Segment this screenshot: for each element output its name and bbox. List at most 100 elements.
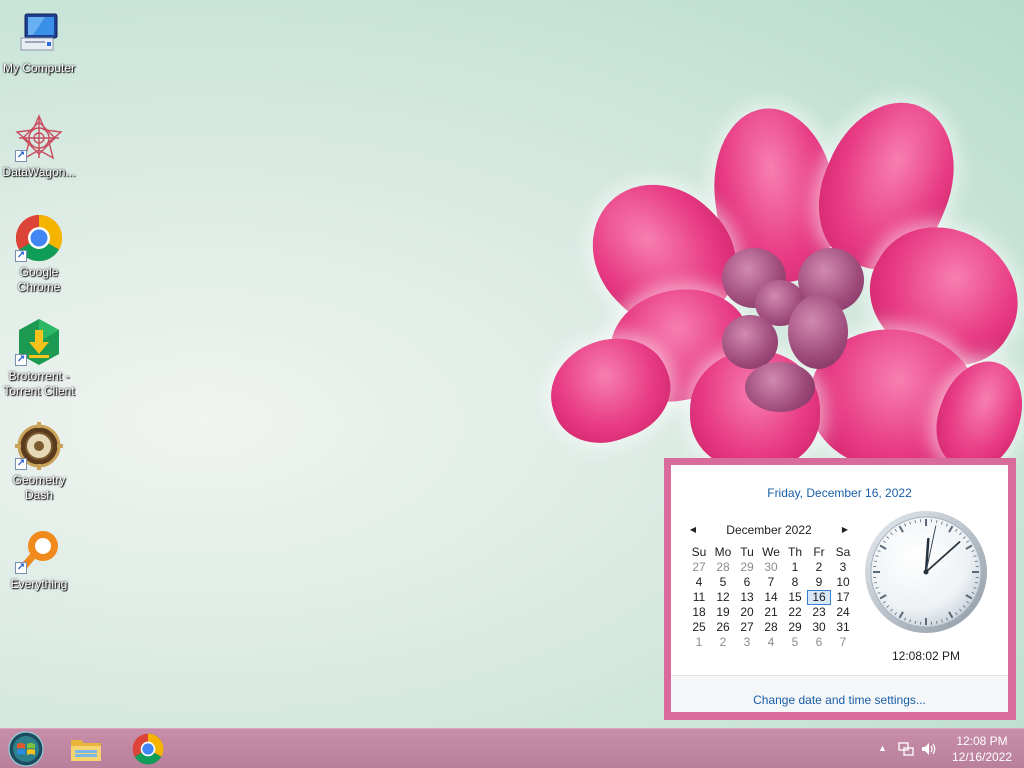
calendar-day[interactable]: 8: [783, 575, 807, 590]
long-date-header[interactable]: Friday, December 16, 2022: [671, 486, 1008, 500]
calendar-day[interactable]: 17: [831, 590, 855, 605]
desktop-icon-everything[interactable]: ↗ Everything: [0, 526, 78, 592]
calendar-day[interactable]: 7: [831, 635, 855, 650]
calendar-week-row: 1234567: [687, 635, 855, 650]
weekday-label: Su: [691, 545, 707, 559]
calendar-day[interactable]: 5: [783, 635, 807, 650]
taskbar-chrome[interactable]: [120, 731, 176, 767]
calendar-day[interactable]: 4: [759, 635, 783, 650]
calendar-day[interactable]: 31: [831, 620, 855, 635]
calendar-day[interactable]: 21: [759, 605, 783, 620]
calendar-week-row: 4 5 6 7 8 9 10: [687, 575, 855, 590]
calendar-day[interactable]: 29: [735, 560, 759, 575]
calendar-day[interactable]: 23: [807, 605, 831, 620]
calendar-day[interactable]: 15: [783, 590, 807, 605]
desktop-icon-label: My Computer: [2, 61, 76, 75]
brotorrent-icon: ↗: [15, 318, 63, 366]
desktop-icon-label: Geometry Dash: [12, 473, 66, 502]
calendar-day[interactable]: 3: [831, 560, 855, 575]
next-month-icon[interactable]: ▶: [839, 523, 851, 537]
calendar-day[interactable]: 3: [735, 635, 759, 650]
calendar-day[interactable]: 4: [687, 575, 711, 590]
calendar-day[interactable]: 6: [807, 635, 831, 650]
chrome-icon: ↗: [15, 214, 63, 262]
weekday-label: Mo: [714, 545, 732, 559]
date-time-flyout: Friday, December 16, 2022 ◀ December 202…: [664, 458, 1016, 720]
wallpaper-flower: [536, 82, 1024, 510]
calendar-day[interactable]: 7: [759, 575, 783, 590]
desktop-icon-label: Brotorrent - Torrent Client: [3, 369, 75, 398]
calendar-day[interactable]: 5: [711, 575, 735, 590]
calendar-day[interactable]: 13: [735, 590, 759, 605]
calendar-grid: Su Mo Tu We Th Fr Sa 27 28 29 30 1 2 3 4 5 6 7 8 9 10 11 12 13…: [687, 545, 855, 650]
calendar-day[interactable]: 9: [807, 575, 831, 590]
desktop-icon-label: Google Chrome: [17, 265, 61, 294]
calendar-day[interactable]: 30: [807, 620, 831, 635]
calendar-day[interactable]: 26: [711, 620, 735, 635]
windows-orb-icon: [8, 731, 44, 767]
geometry-dash-icon: ↗: [15, 422, 63, 470]
network-icon[interactable]: [898, 741, 914, 757]
taskbar-time: 12:08 PM: [956, 734, 1008, 748]
shortcut-arrow-icon: ↗: [15, 458, 27, 470]
weekday-label: Fr: [813, 545, 825, 559]
calendar-day[interactable]: 6: [735, 575, 759, 590]
taskbar: ▲ 12:08 PM 12/16/2022: [0, 728, 1024, 768]
desktop-icon-geometry-dash[interactable]: ↗ Geometry Dash: [0, 422, 78, 503]
show-hidden-icons-icon[interactable]: ▲: [878, 743, 887, 753]
month-title[interactable]: December 2022: [687, 523, 851, 537]
month-navigation: ◀ December 2022 ▶: [687, 523, 851, 539]
calendar-day-today[interactable]: 16: [807, 590, 831, 605]
calendar-day[interactable]: 27: [687, 560, 711, 575]
desktop-icon-label: DataWagon...: [2, 165, 76, 179]
digital-time: 12:08:02 PM: [891, 649, 961, 663]
weekday-label: Tu: [740, 545, 754, 559]
desktop-icon-label: Everything: [10, 577, 68, 591]
calendar-day[interactable]: 29: [783, 620, 807, 635]
calendar-week-row: 11 12 13 14 15 16 17: [687, 590, 855, 605]
calendar-day[interactable]: 2: [807, 560, 831, 575]
calendar-day[interactable]: 12: [711, 590, 735, 605]
datawagon-icon: ↗: [15, 114, 63, 162]
taskbar-file-explorer[interactable]: [58, 731, 114, 767]
calendar-day[interactable]: 22: [783, 605, 807, 620]
desktop-icon-brotorrent[interactable]: ↗ Brotorrent - Torrent Client: [0, 318, 78, 399]
calendar-day[interactable]: 11: [687, 590, 711, 605]
shortcut-arrow-icon: ↗: [15, 562, 27, 574]
desktop-icon-my-computer[interactable]: My Computer: [0, 10, 78, 76]
calendar-day[interactable]: 2: [711, 635, 735, 650]
calendar-day[interactable]: 28: [759, 620, 783, 635]
change-date-time-settings-link[interactable]: Change date and time settings...: [671, 693, 1008, 707]
shortcut-arrow-icon: ↗: [15, 150, 27, 162]
chrome-icon: [132, 733, 164, 765]
calendar-week-row: 18 19 20 21 22 23 24: [687, 605, 855, 620]
calendar-day[interactable]: 10: [831, 575, 855, 590]
volume-icon[interactable]: [921, 741, 937, 757]
calendar-day[interactable]: 1: [783, 560, 807, 575]
calendar-day[interactable]: 20: [735, 605, 759, 620]
calendar-day[interactable]: 19: [711, 605, 735, 620]
calendar-day[interactable]: 27: [735, 620, 759, 635]
calendar-day[interactable]: 28: [711, 560, 735, 575]
desktop-icon-google-chrome[interactable]: ↗ Google Chrome: [0, 214, 78, 295]
shortcut-arrow-icon: ↗: [15, 250, 27, 262]
calendar-day[interactable]: 18: [687, 605, 711, 620]
weekday-label: Th: [787, 545, 802, 559]
everything-icon: ↗: [15, 526, 63, 574]
calendar-day[interactable]: 25: [687, 620, 711, 635]
weekday-header-row: Su Mo Tu We Th Fr Sa: [687, 545, 855, 560]
start-button[interactable]: [6, 731, 46, 767]
file-explorer-icon: [71, 740, 101, 761]
calendar-week-row: 27 28 29 30 1 2 3: [687, 560, 855, 575]
calendar-day[interactable]: 30: [759, 560, 783, 575]
flyout-panel: Friday, December 16, 2022 ◀ December 202…: [671, 465, 1008, 712]
calendar-week-row: 25 26 27 28 29 30 31: [687, 620, 855, 635]
calendar-day[interactable]: 1: [687, 635, 711, 650]
taskbar-clock[interactable]: 12:08 PM 12/16/2022: [948, 733, 1016, 765]
calendar-day[interactable]: 14: [759, 590, 783, 605]
weekday-label: We: [762, 545, 780, 559]
calendar-day[interactable]: 24: [831, 605, 855, 620]
flyout-footer: Change date and time settings...: [671, 676, 1008, 712]
shortcut-arrow-icon: ↗: [15, 354, 27, 366]
desktop-icon-datawagon[interactable]: ↗ DataWagon...: [0, 114, 78, 180]
